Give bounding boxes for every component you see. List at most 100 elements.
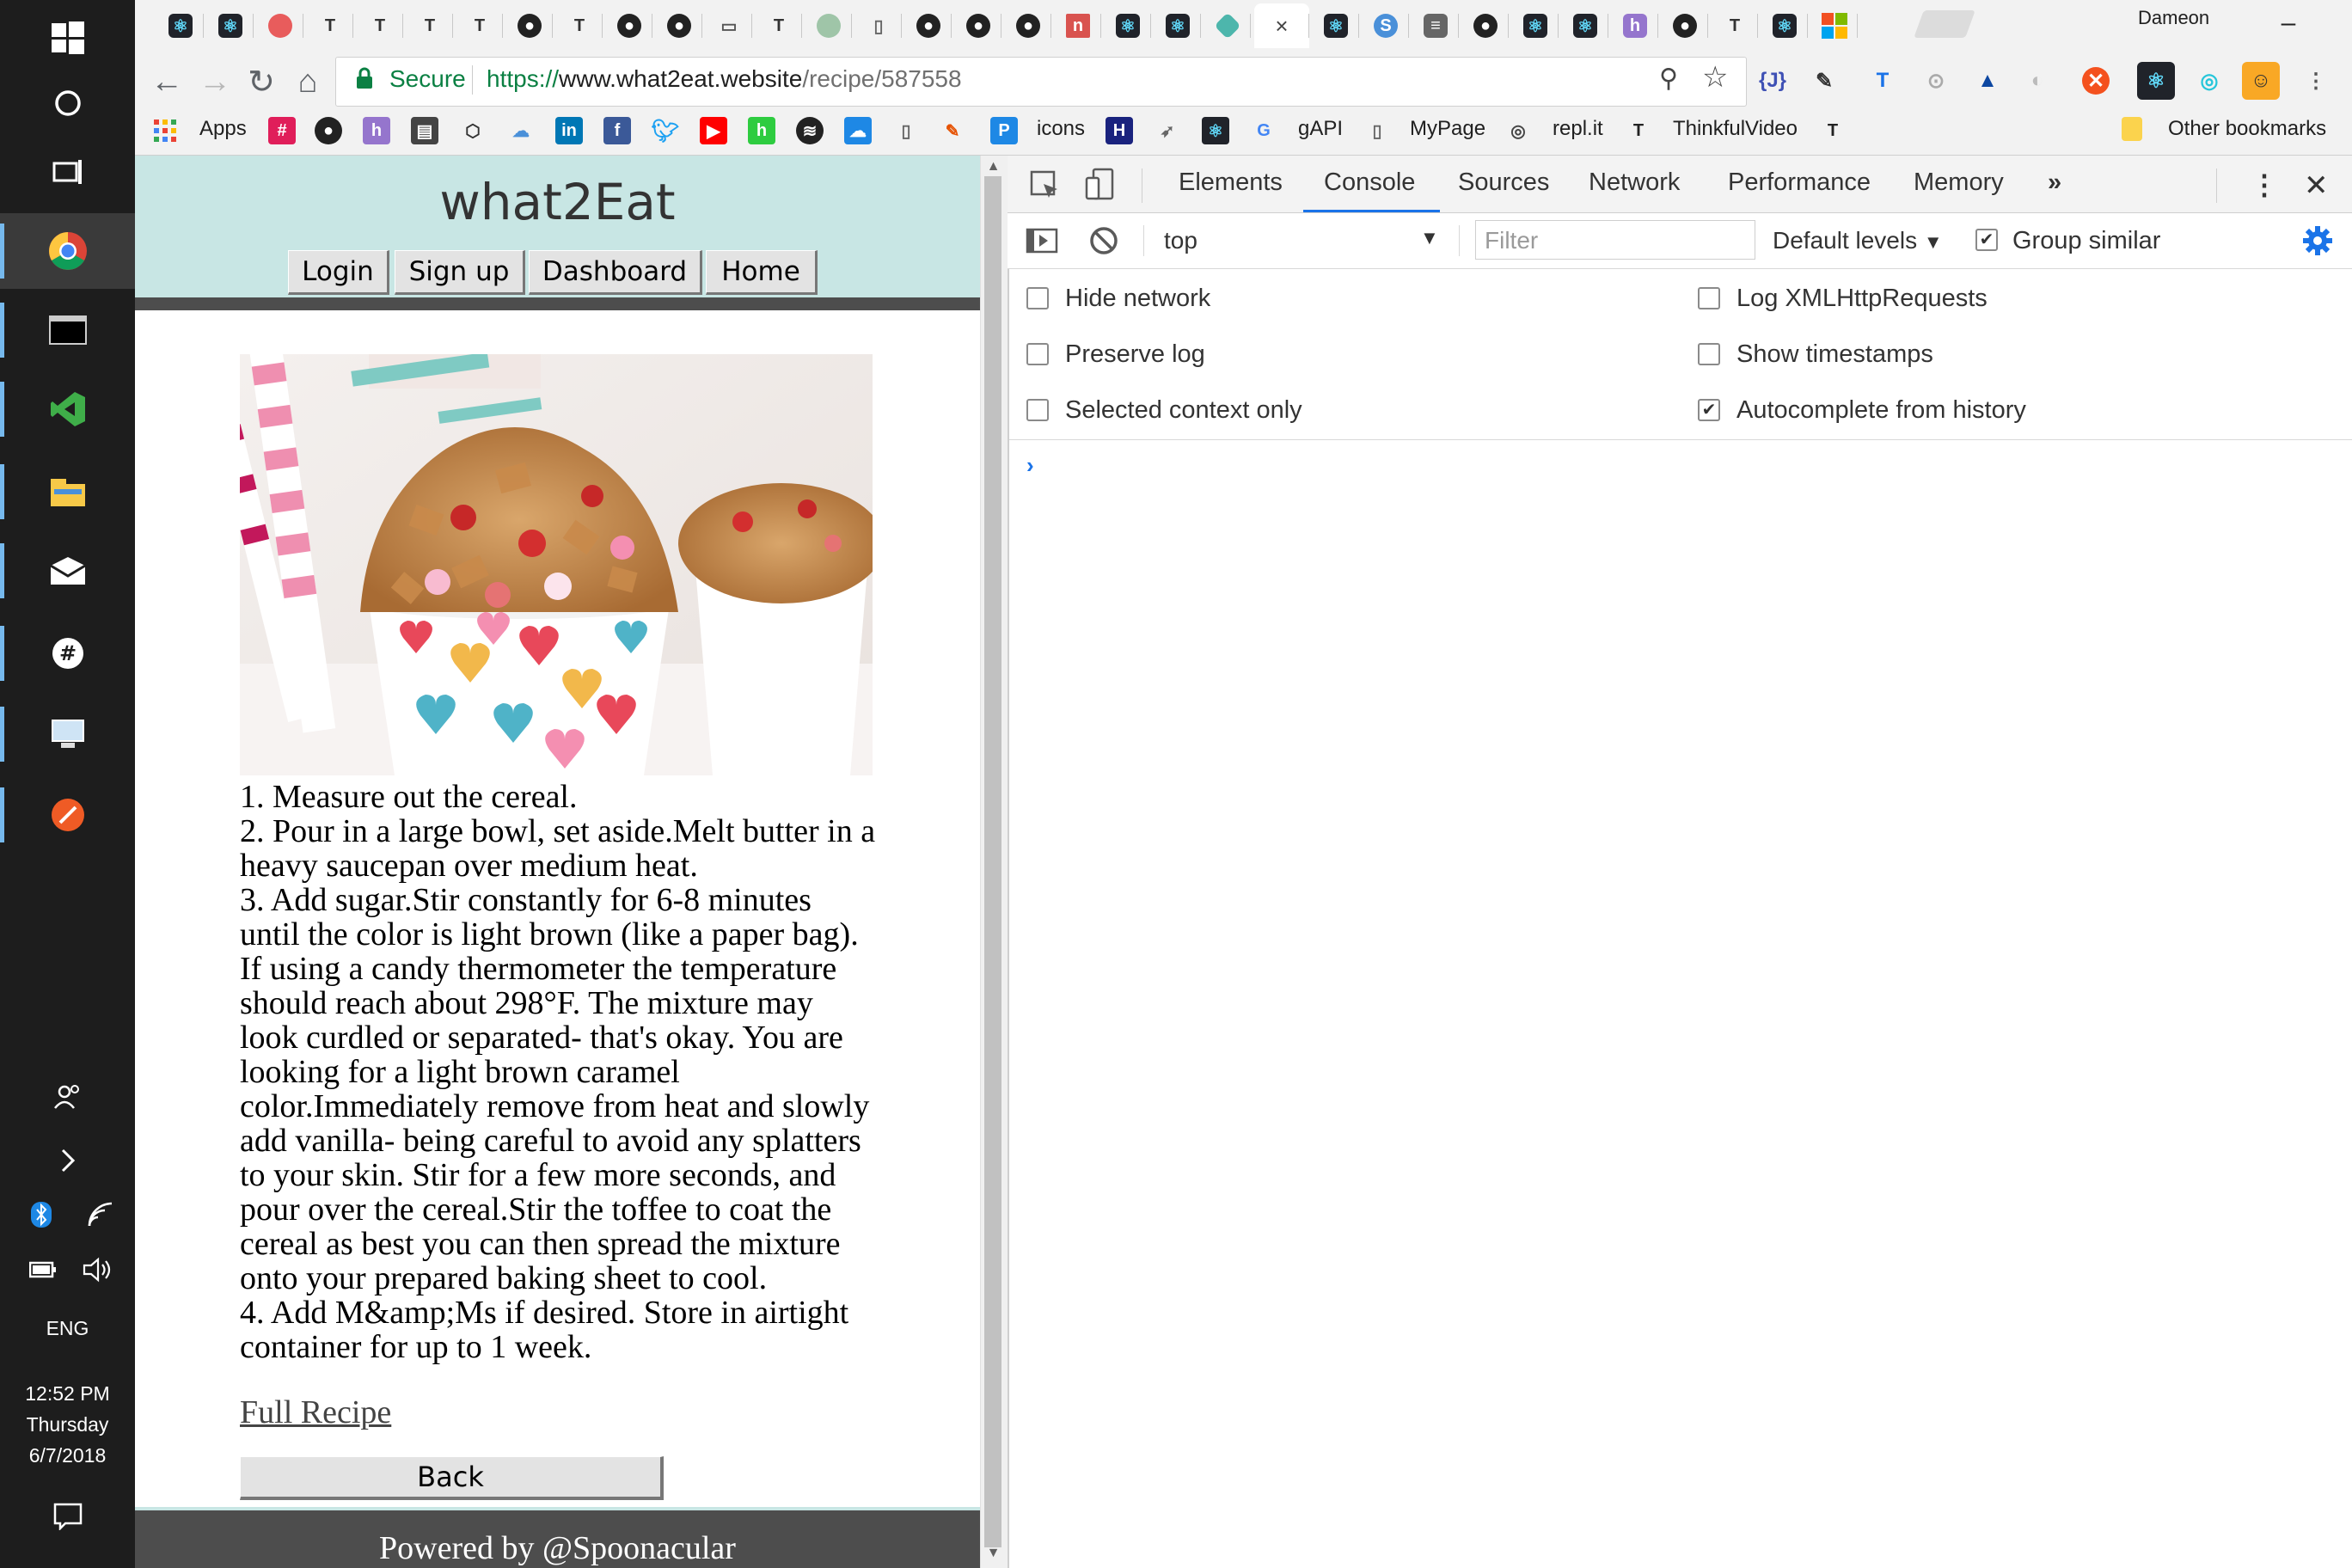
browser-tab[interactable]: ⚛ (157, 3, 204, 48)
browser-tab[interactable]: ● (955, 3, 1001, 48)
page-bookmark-icon[interactable]: ▯ (892, 117, 920, 144)
github-bookmark-icon[interactable]: ● (315, 117, 342, 144)
task-view-button[interactable] (0, 134, 135, 210)
people-button[interactable] (0, 1063, 135, 1131)
bookmark-star-icon[interactable]: ☆ (1702, 60, 1728, 95)
folder-bookmark-icon[interactable] (2122, 117, 2142, 141)
battery-icon[interactable] (28, 1260, 57, 1283)
link-extension-icon[interactable]: ⊙ (1917, 62, 1955, 100)
wifi-icon[interactable] (86, 1202, 115, 1232)
youtube-bookmark-icon[interactable]: ▶ (700, 117, 727, 144)
tab-performance[interactable]: Performance (1728, 168, 1871, 197)
cloud-bookmark-icon[interactable]: ☁ (507, 117, 535, 144)
bookmark-apps[interactable]: Apps (199, 117, 247, 141)
taskbar-remote-desktop[interactable] (0, 696, 135, 772)
secure-label[interactable]: Secure (389, 65, 466, 93)
codepen-bookmark-icon[interactable]: ⬡ (459, 117, 487, 144)
clock-date[interactable]: 6/7/2018 (0, 1444, 135, 1467)
bookmark-mypage[interactable]: MyPage (1410, 117, 1485, 141)
rocket-bookmark-icon[interactable]: ➶ (1154, 117, 1181, 144)
hubspot-extension-icon[interactable]: ✕ (2082, 67, 2110, 95)
preserve-log-label[interactable]: Preserve log (1065, 340, 1205, 369)
console-settings-gear-icon[interactable] (2300, 224, 2335, 258)
taskbar-file-explorer[interactable] (0, 454, 135, 530)
active-browser-tab[interactable]: × (1254, 3, 1309, 48)
taskbar-chrome[interactable] (0, 213, 135, 289)
show-hidden-icons-button[interactable] (0, 1126, 135, 1195)
chrome-menu-icon[interactable]: ⋮ (2297, 62, 2335, 100)
tab-sources[interactable]: Sources (1458, 168, 1549, 197)
close-tab-icon[interactable]: × (1275, 13, 1288, 40)
console-input[interactable] (1049, 447, 2338, 481)
browser-tab[interactable]: h (1612, 3, 1658, 48)
scroll-up-arrow-icon[interactable]: ▲ (980, 159, 1007, 175)
taskbar-terminal[interactable] (0, 292, 135, 368)
browser-tab[interactable]: ≡ (1412, 3, 1459, 48)
back-button[interactable]: Back (240, 1456, 664, 1500)
moon-extension-icon[interactable]: ◐ (2018, 62, 2056, 100)
nav-home-button[interactable]: Home (706, 250, 818, 295)
new-tab-button[interactable] (1914, 10, 1975, 38)
tab-console[interactable]: Console (1324, 168, 1415, 197)
taskbar-postman[interactable] (0, 777, 135, 853)
restore-button[interactable]: ❐ (2327, 0, 2352, 46)
autocomplete-from-history-checkbox[interactable]: ✔ (1698, 399, 1720, 421)
log-xmlhttprequests-label[interactable]: Log XMLHttpRequests (1736, 285, 1988, 313)
close-devtools-icon[interactable]: ✕ (2304, 168, 2329, 203)
browser-tab[interactable]: ● (1005, 3, 1051, 48)
action-center-icon[interactable] (53, 1503, 83, 1534)
browser-tab[interactable]: ● (606, 3, 652, 48)
twitter-bookmark-icon[interactable]: 🐦︎ (652, 117, 680, 144)
terminal-bookmark-icon[interactable]: ▤ (411, 117, 438, 144)
browser-tab[interactable]: T (407, 3, 453, 48)
browser-tab[interactable]: ⚛ (207, 3, 254, 48)
lock-icon[interactable] (356, 67, 373, 94)
thinkful-extension-icon[interactable]: T (1864, 62, 1902, 100)
gitkraken-extension-icon[interactable]: ▲ (1969, 62, 2006, 100)
thinkful-bookmark-icon[interactable]: T (1625, 117, 1652, 144)
browser-tab[interactable]: ⚛ (1562, 3, 1608, 48)
browser-tab[interactable]: S (1363, 3, 1409, 48)
browser-tab[interactable]: ⚛ (1761, 3, 1808, 48)
bookmark-icons[interactable]: icons (1037, 117, 1085, 141)
taskbar-mail[interactable] (0, 533, 135, 609)
clock-day[interactable]: Thursday (0, 1413, 135, 1436)
autocomplete-from-history-label[interactable]: Autocomplete from history (1736, 396, 2026, 425)
profile-name[interactable]: Dameon (2138, 7, 2209, 29)
heroku-bookmark-icon[interactable]: h (363, 117, 390, 144)
start-button[interactable] (0, 0, 135, 76)
browser-tab[interactable]: ⚛ (1313, 3, 1359, 48)
url-text[interactable]: https://www.what2eat.website/recipe/5875… (487, 65, 962, 93)
device-toolbar-icon[interactable] (1083, 167, 1118, 201)
log-xmlhttprequests-checkbox[interactable] (1698, 287, 1720, 309)
devtools-menu-icon[interactable]: ⋮ (2251, 168, 2278, 201)
browser-tab[interactable] (1811, 3, 1858, 48)
browser-tab[interactable] (257, 3, 303, 48)
mypage-bookmark-icon[interactable]: ▯ (1363, 117, 1391, 144)
browser-tab[interactable]: ● (905, 3, 952, 48)
clear-console-icon[interactable] (1088, 225, 1119, 256)
browser-tab[interactable]: ● (506, 3, 553, 48)
hackerrank-bookmark-icon[interactable]: h (748, 117, 775, 144)
cortana-button[interactable] (0, 65, 135, 141)
google-bookmark-icon[interactable]: G (1250, 117, 1277, 144)
nav-dashboard-button[interactable]: Dashboard (529, 250, 702, 295)
browser-tab[interactable]: ⚛ (1105, 3, 1151, 48)
selected-context-only-checkbox[interactable] (1026, 399, 1049, 421)
taskbar-vscode[interactable] (0, 371, 135, 447)
inspect-element-icon[interactable] (1028, 168, 1063, 203)
nav-login-button[interactable]: Login (288, 250, 389, 295)
preserve-log-checkbox[interactable] (1026, 343, 1049, 365)
spotify-bookmark-icon[interactable]: ≋ (796, 117, 824, 144)
taskbar-slack[interactable]: # (0, 616, 135, 691)
slack-bookmark-icon[interactable]: # (268, 117, 296, 144)
nav-signup-button[interactable]: Sign up (395, 250, 525, 295)
thinkful-bookmark-icon[interactable]: T (1819, 117, 1847, 144)
browser-tab[interactable]: ⚛ (1155, 3, 1201, 48)
zoom-icon[interactable]: ⚲ (1659, 64, 1678, 94)
reload-icon[interactable]: ↻ (240, 60, 283, 103)
pencil-bookmark-icon[interactable]: ✎ (939, 117, 966, 144)
colorzilla-extension-icon[interactable]: ◎ (2190, 62, 2228, 100)
back-nav-icon[interactable]: ← (145, 60, 188, 103)
show-console-sidebar-icon[interactable] (1025, 225, 1059, 256)
